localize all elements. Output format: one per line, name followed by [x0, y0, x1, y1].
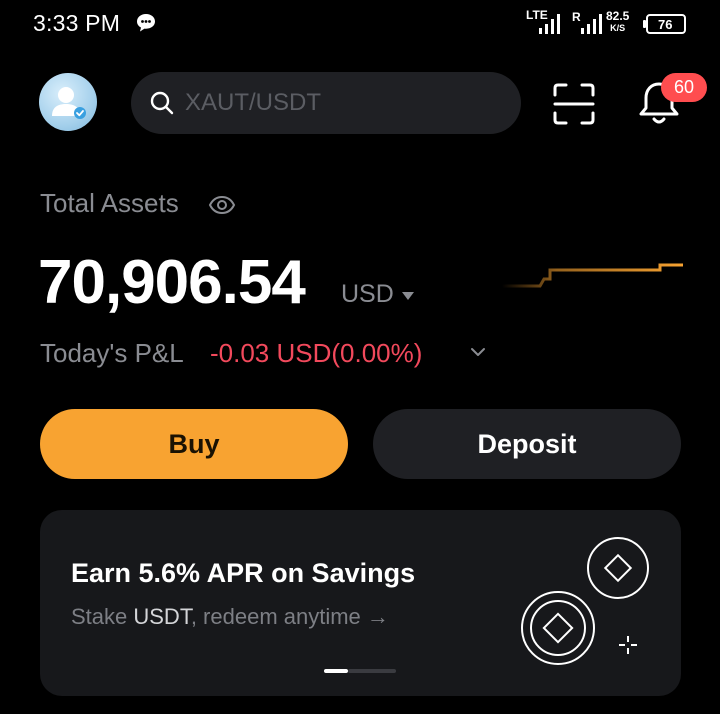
chevron-down-icon[interactable] — [470, 345, 486, 359]
pager-dot-active[interactable] — [324, 669, 348, 673]
pnl-label: Today's P&L — [40, 338, 184, 368]
status-time: 3:33 PM — [33, 10, 121, 36]
total-assets-amount: 70,906.54 — [38, 248, 306, 317]
caret-down-icon[interactable] — [401, 291, 415, 301]
pager-dot-inactive[interactable] — [348, 669, 396, 673]
promo-sub-highlight: USDT — [133, 604, 191, 629]
search-input[interactable]: XAUT/USDT — [185, 89, 321, 117]
currency-selector[interactable]: USD — [341, 280, 394, 309]
signal-strength-icon — [539, 14, 560, 34]
status-bar: 3:33 PM LTE R 82.5 K/S 76 — [0, 0, 720, 48]
buy-button[interactable]: Buy — [40, 409, 348, 479]
network-speed: 82.5 K/S — [606, 10, 629, 34]
scan-icon[interactable] — [552, 82, 596, 126]
deposit-button[interactable]: Deposit — [373, 409, 681, 479]
sparkline-path — [502, 263, 683, 288]
promo-sub-suffix: , redeem anytime → — [190, 604, 389, 629]
battery-icon: 76 — [646, 14, 686, 34]
signal-strength-icon-2 — [581, 14, 602, 34]
notification-badge: 60 — [661, 73, 707, 102]
avatar[interactable] — [39, 73, 97, 131]
pnl-value: -0.03 USD(0.00%) — [210, 338, 423, 368]
assets-sparkline — [502, 263, 683, 288]
eye-icon[interactable] — [208, 191, 236, 219]
promo-title: Earn 5.6% APR on Savings — [71, 558, 416, 588]
savings-promo-card[interactable]: Earn 5.6% APR on Savings Stake USDT, red… — [40, 510, 681, 696]
promo-subtitle[interactable]: Stake USDT, redeem anytime → — [71, 604, 389, 630]
carousel-pager — [324, 669, 396, 673]
user-avatar-icon — [52, 87, 86, 119]
search-icon — [150, 91, 174, 115]
search-bar[interactable]: XAUT/USDT — [131, 72, 521, 134]
chat-bubble-icon — [137, 14, 155, 32]
network-speed-value: 82.5 — [606, 9, 630, 23]
battery-level: 76 — [658, 17, 673, 32]
promo-sub-prefix: Stake — [71, 604, 134, 629]
coins-illustration-icon — [521, 537, 649, 665]
network-speed-unit: K/S — [610, 23, 626, 33]
total-assets-label: Total Assets — [40, 188, 179, 218]
